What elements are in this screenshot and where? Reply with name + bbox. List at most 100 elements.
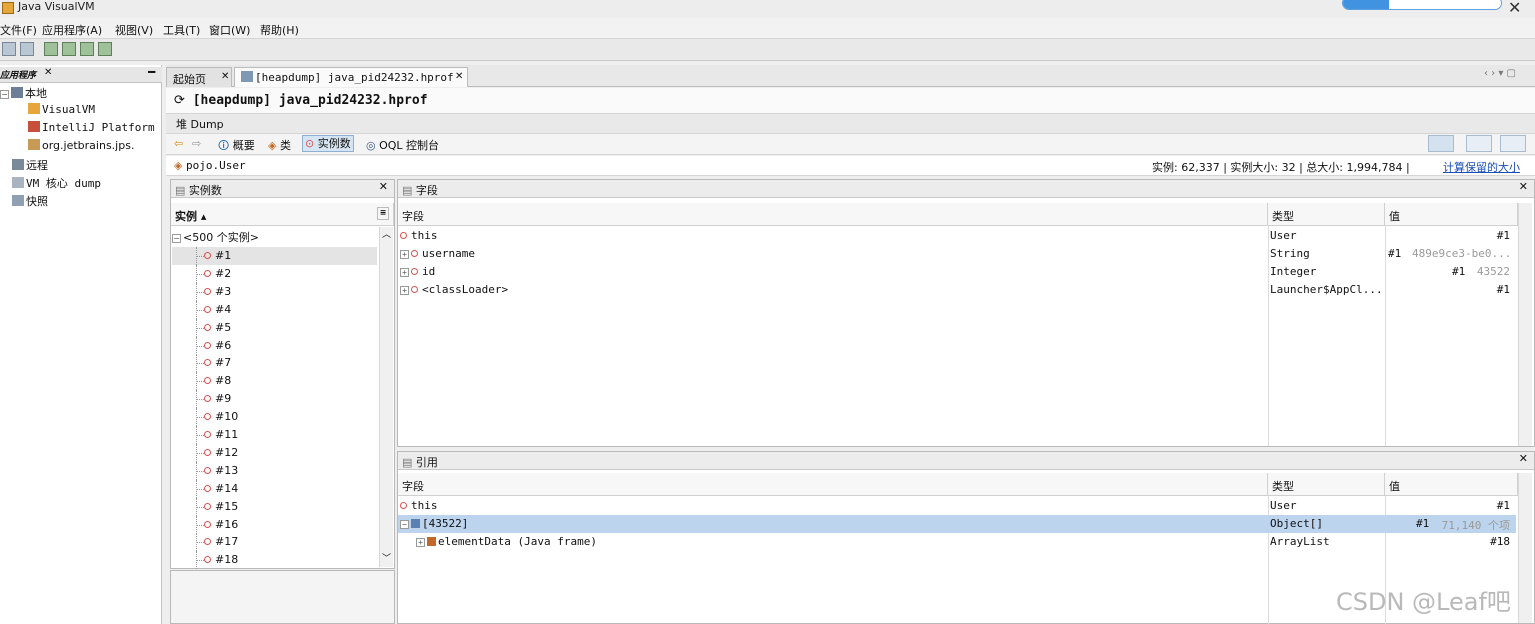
tab-start-page[interactable]: 起始页 ✕ (166, 67, 232, 87)
reference-type: User (1270, 499, 1297, 512)
window-title: Java VisualVM (18, 0, 95, 13)
tab-controls[interactable]: ‹ › ▾ ▢ (1484, 68, 1516, 79)
floating-control[interactable] (1342, 0, 1502, 10)
add-jmx-icon[interactable] (2, 42, 16, 56)
collapse-icon[interactable]: − (400, 520, 409, 529)
collapse-icon[interactable]: − (0, 90, 9, 99)
view-mode-button-3[interactable] (1500, 135, 1526, 152)
instances-column-header[interactable]: 实例 ▴ ≡ (171, 203, 394, 226)
reference-name: this (411, 499, 438, 512)
class-name[interactable]: ◈ pojo.User (174, 159, 246, 172)
close-icon[interactable]: ✕ (221, 71, 229, 82)
instance-item[interactable]: #5 (172, 318, 377, 337)
tree-core-dump[interactable]: VM 核心 dump (12, 175, 101, 191)
instance-item[interactable]: #16 (172, 515, 377, 534)
minimize-icon[interactable]: ━ (148, 65, 155, 79)
tree-intellij[interactable]: IntelliJ Platform (28, 121, 155, 134)
fields-col-value[interactable]: 值 (1385, 203, 1518, 226)
instance-item[interactable]: #17 (172, 533, 377, 552)
instance-item[interactable]: #7 (172, 354, 377, 373)
instance-item[interactable]: #15 (172, 497, 377, 516)
close-icon[interactable]: ✕ (455, 71, 463, 82)
add-snapshot-icon[interactable] (20, 42, 34, 56)
refs-col-value[interactable]: 值 (1385, 473, 1518, 496)
field-type: Launcher$AppCl... (1270, 283, 1383, 296)
expand-icon[interactable]: + (400, 268, 409, 277)
fields-scrollbar[interactable] (1518, 203, 1532, 446)
view-mode-button-1[interactable] (1428, 135, 1454, 152)
menu-view[interactable]: 视图(V) (115, 22, 153, 38)
heapdump-label: 堆 Dump (176, 118, 224, 131)
reference-row[interactable]: + elementData (Java frame) ArrayList #18 (398, 533, 1516, 551)
instance-item[interactable]: #10 (172, 408, 377, 427)
instance-item[interactable]: #6 (172, 336, 377, 355)
close-icon[interactable]: ✕ (1519, 452, 1528, 465)
column-menu-icon[interactable]: ≡ (377, 207, 389, 220)
menu-help[interactable]: 帮助(H) (260, 22, 299, 38)
expand-icon[interactable]: + (400, 250, 409, 259)
collapse-icon[interactable]: − (172, 234, 181, 243)
tab-heapdump[interactable]: [heapdump] java_pid24232.hprof ✕ (234, 67, 468, 87)
tree-remote[interactable]: 远程 (12, 157, 48, 173)
java-app-icon (2, 2, 14, 14)
window-close-button[interactable]: ✕ (1508, 0, 1521, 17)
menu-application[interactable]: 应用程序(A) (42, 22, 102, 38)
sample-icon[interactable] (98, 42, 112, 56)
field-row[interactable]: this User #1 (398, 227, 1516, 245)
view-mode-button-2[interactable] (1466, 135, 1492, 152)
expand-icon[interactable]: + (416, 538, 425, 547)
field-row[interactable]: + username String #1 489e9ce3-be0... (398, 245, 1516, 263)
instance-item[interactable]: #9 (172, 390, 377, 409)
field-row[interactable]: + id Integer #1 43522 (398, 263, 1516, 281)
instance-item[interactable]: #12 (172, 443, 377, 462)
instances-scrollbar[interactable]: ︿ ﹀ (379, 227, 393, 567)
instance-item[interactable]: #13 (172, 461, 377, 480)
fields-col-type[interactable]: 类型 (1268, 203, 1385, 226)
instances-group[interactable]: − <500 个实例> (172, 229, 259, 245)
tree-local[interactable]: − 本地 (0, 85, 47, 101)
instance-icon (204, 359, 211, 367)
instance-item[interactable]: #1 (172, 247, 377, 265)
forward-icon[interactable]: ⇨ (192, 137, 201, 150)
close-icon[interactable]: ✕ (1519, 180, 1528, 193)
close-icon[interactable]: ✕ (44, 67, 52, 78)
array-icon (411, 519, 420, 528)
scroll-up-icon[interactable]: ︿ (382, 227, 391, 240)
instance-item[interactable]: #8 (172, 372, 377, 391)
tree-snapshots[interactable]: 快照 (12, 193, 48, 209)
instance-item[interactable]: #18 (172, 551, 377, 570)
close-icon[interactable]: ✕ (379, 180, 388, 193)
reference-name: [43522] (422, 517, 469, 530)
refs-col-field[interactable]: 字段 (398, 473, 1268, 496)
field-icon (400, 502, 407, 509)
instance-item[interactable]: #14 (172, 479, 377, 498)
nav-summary[interactable]: 🛈 概要 (218, 137, 255, 156)
heap-dump-icon[interactable] (44, 42, 58, 56)
nav-oql[interactable]: ◎ OQL 控制台 (366, 137, 439, 153)
scroll-down-icon[interactable]: ﹀ (382, 551, 391, 564)
thread-dump-icon[interactable] (62, 42, 76, 56)
instance-item[interactable]: #3 (172, 282, 377, 301)
menu-file[interactable]: 文件(F) (0, 22, 37, 38)
instance-item[interactable]: #2 (172, 264, 377, 283)
refs-col-type[interactable]: 类型 (1268, 473, 1385, 496)
nav-classes[interactable]: ◈ 类 (268, 137, 291, 153)
tree-visualvm[interactable]: VisualVM (28, 103, 95, 116)
applications-tab[interactable]: 应用程序 ✕ ━ (0, 65, 162, 83)
instance-item[interactable]: #11 (172, 426, 377, 444)
field-row[interactable]: + <classLoader> Launcher$AppCl... #1 (398, 281, 1516, 299)
back-icon[interactable]: ⇦ (174, 137, 183, 150)
expand-icon[interactable]: + (400, 286, 409, 295)
instance-icon (204, 448, 211, 456)
nav-instances[interactable]: ⊙ 实例数 (302, 135, 354, 152)
fields-col-field[interactable]: 字段 (398, 203, 1268, 226)
profile-icon[interactable] (80, 42, 94, 56)
refs-scrollbar[interactable] (1518, 473, 1532, 623)
reference-row[interactable]: − [43522] Object[] #1 71,140 个项 (398, 515, 1516, 533)
instance-item[interactable]: #4 (172, 300, 377, 319)
menu-tools[interactable]: 工具(T) (163, 22, 200, 38)
reference-row[interactable]: this User #1 (398, 497, 1516, 515)
menu-window[interactable]: 窗口(W) (209, 22, 250, 38)
tree-jps[interactable]: org.jetbrains.jps. (28, 139, 134, 152)
compute-retained-link[interactable]: 计算保留的大小 (1443, 159, 1520, 175)
